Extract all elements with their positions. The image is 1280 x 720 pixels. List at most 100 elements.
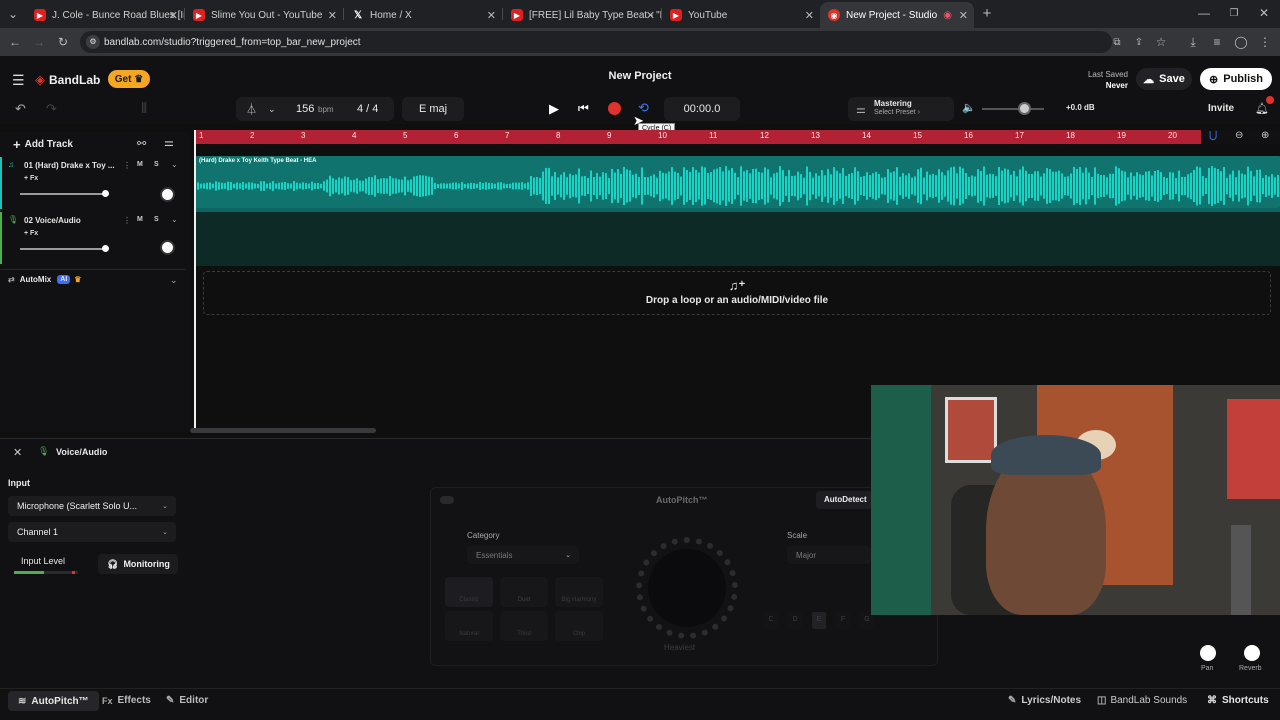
chevron-down-icon[interactable]: ⌄	[171, 160, 178, 169]
close-icon[interactable]: ✕	[959, 9, 968, 22]
effect-classic[interactable]: Classic	[445, 577, 493, 607]
add-track-button[interactable]: + Add Track	[13, 137, 73, 152]
bandlab-logo[interactable]: ◈ BandLab	[35, 72, 100, 88]
browser-tab[interactable]: 𝕏 Home / X ✕	[344, 4, 502, 26]
maximize-icon[interactable]: ❐	[1225, 4, 1243, 22]
track-menu-icon[interactable]: ⋮	[123, 216, 131, 225]
track-volume-slider[interactable]	[20, 190, 109, 197]
effect-duet[interactable]: Duet	[500, 577, 548, 607]
window-close-icon[interactable]: ✕	[1255, 4, 1273, 22]
menu-icon[interactable]: ⋮	[1256, 33, 1274, 51]
zoom-out-icon[interactable]: ⊖	[1235, 130, 1243, 141]
reload-icon[interactable]: ↻	[54, 33, 72, 51]
forward-icon[interactable]: →	[30, 33, 48, 51]
close-icon[interactable]: ✕	[805, 9, 814, 22]
track-menu-icon[interactable]: ⋮	[123, 161, 131, 170]
scale-select[interactable]: Major	[787, 546, 871, 564]
key-f[interactable]: F	[836, 612, 850, 629]
browser-tab[interactable]: ▶ YouTube ✕	[662, 4, 820, 26]
volume-icon[interactable]: 🔈	[962, 101, 976, 114]
pan-knob[interactable]	[1200, 645, 1216, 661]
slider-handle[interactable]	[102, 245, 109, 252]
effect-chip[interactable]: Chip	[555, 611, 603, 641]
download-icon[interactable]: ⤓	[1184, 33, 1202, 51]
bookmark-icon[interactable]: ☆	[1152, 33, 1170, 51]
chevron-down-icon[interactable]: ⌄	[171, 215, 178, 224]
close-icon[interactable]: ✕	[328, 9, 337, 22]
track-name[interactable]: 01 (Hard) Drake x Toy ...	[24, 161, 116, 170]
horizontal-scrollbar[interactable]	[190, 428, 376, 433]
extensions-icon[interactable]: ≡	[1208, 33, 1226, 51]
lyrics-notes-button[interactable]: ✎ Lyrics/Notes	[1008, 695, 1081, 706]
effect-natural[interactable]: Natural	[445, 611, 493, 641]
profile-icon[interactable]: ◯	[1232, 33, 1250, 51]
pan-knob[interactable]	[160, 240, 175, 255]
browser-tab[interactable]: ▶ Slime You Out - YouTube ✕	[185, 4, 343, 26]
chevron-down-icon[interactable]: ⌄	[170, 275, 178, 286]
tab-editor[interactable]: ✎ Editor	[166, 695, 208, 706]
publish-button[interactable]: ⊕ Publish	[1200, 68, 1272, 90]
mute-button[interactable]: M	[137, 216, 143, 223]
track-settings-icon[interactable]: ⚌	[164, 136, 174, 149]
shortcuts-button[interactable]: ⌘ Shortcuts	[1207, 695, 1269, 706]
play-icon[interactable]: ▶	[549, 101, 559, 117]
key-d[interactable]: D	[788, 612, 802, 629]
hamburger-menu-icon[interactable]: ☰	[12, 72, 25, 89]
zoom-in-icon[interactable]: ⊕	[1261, 130, 1269, 141]
snap-icon[interactable]: ⋃	[1209, 130, 1217, 141]
notification-bell-icon[interactable]: 🔔︎	[1255, 102, 1269, 115]
chevron-down-icon[interactable]: ⌄	[268, 104, 276, 115]
volume-knob[interactable]	[1018, 102, 1031, 115]
key-selector[interactable]: E maj	[402, 97, 464, 121]
tab-autopitch[interactable]: ≋ AutoPitch™	[8, 691, 99, 711]
record-icon[interactable]	[608, 102, 621, 115]
pan-knob[interactable]	[160, 187, 175, 202]
category-select[interactable]: Essentials ⌄	[467, 546, 579, 564]
install-icon[interactable]: ⧉	[1108, 33, 1126, 51]
channel-select[interactable]: Channel 1 ⌄	[8, 522, 176, 542]
tab-search-icon[interactable]: ⌄	[4, 5, 22, 23]
master-volume-slider[interactable]	[982, 102, 1044, 115]
minimize-icon[interactable]: —	[1195, 4, 1213, 22]
tab-effects[interactable]: Fx Effects	[102, 695, 151, 706]
mute-button[interactable]: M	[137, 161, 143, 168]
solo-button[interactable]: S	[154, 216, 159, 223]
playhead[interactable]	[194, 130, 196, 432]
new-tab-icon[interactable]: +	[978, 4, 996, 22]
browser-tab-active[interactable]: ◉ New Project - Studio ◉ ✕	[820, 2, 974, 28]
metronome-icon[interactable]: ⏃	[246, 101, 257, 117]
track-lane-02[interactable]	[195, 212, 1280, 266]
invite-button[interactable]: Invite	[1208, 103, 1234, 114]
url-input[interactable]: ⚙ bandlab.com/studio?triggered_from=top_…	[80, 31, 1112, 53]
undo-icon[interactable]: ↶	[15, 101, 26, 117]
close-panel-icon[interactable]: ✕	[13, 446, 22, 459]
autopitch-toggle[interactable]	[440, 496, 454, 504]
effect-third[interactable]: Third	[500, 611, 548, 641]
close-icon[interactable]: ✕	[487, 9, 496, 22]
track-lane-01[interactable]: (Hard) Drake x Toy Keith Type Beat - HEA	[195, 156, 1280, 212]
close-icon[interactable]: ✕	[169, 9, 178, 22]
mastering-button[interactable]: ⚌ Mastering Select Preset ›	[848, 97, 954, 121]
add-fx-button[interactable]: + Fx	[24, 230, 38, 237]
key-e[interactable]: E	[812, 612, 826, 629]
track-02[interactable]: 🎙︎ 02 Voice/Audio ⋮ M S ⌄ + Fx	[0, 212, 186, 264]
browser-tab[interactable]: ▶ [FREE] Lil Baby Type Beat - "Ne ✕	[503, 4, 661, 26]
time-signature[interactable]: 4 / 4	[357, 103, 378, 115]
autodetect-button[interactable]: AutoDetect	[816, 491, 876, 509]
track-name[interactable]: 02 Voice/Audio	[24, 216, 116, 225]
audio-clip[interactable]: (Hard) Drake x Toy Keith Type Beat - HEA	[195, 156, 1280, 208]
timeline-ruler[interactable]: 1 2 3 4 5 6 7 8 9 10 11 12 13 14 15 16 17 18 19 20	[195, 130, 1201, 144]
skip-to-start-icon[interactable]: ⏮	[578, 101, 589, 116]
save-button[interactable]: ☁ Save	[1136, 68, 1192, 90]
tuning-icon[interactable]: ⚯	[137, 137, 146, 150]
back-icon[interactable]: ←	[6, 33, 24, 51]
monitoring-button[interactable]: 🎧︎ Monitoring	[98, 554, 178, 574]
input-device-select[interactable]: Microphone (Scarlett Solo U... ⌄	[8, 496, 176, 516]
automix-row[interactable]: ⇄ AutoMix AI ♛	[8, 275, 81, 284]
effect-big-harmony[interactable]: Big Harmony	[555, 577, 603, 607]
autopitch-dial[interactable]	[632, 537, 742, 639]
close-icon[interactable]: ✕	[646, 9, 655, 22]
redo-icon[interactable]: ↷	[46, 101, 57, 117]
share-icon[interactable]: ⇪	[1130, 33, 1148, 51]
add-fx-button[interactable]: + Fx	[24, 175, 38, 182]
